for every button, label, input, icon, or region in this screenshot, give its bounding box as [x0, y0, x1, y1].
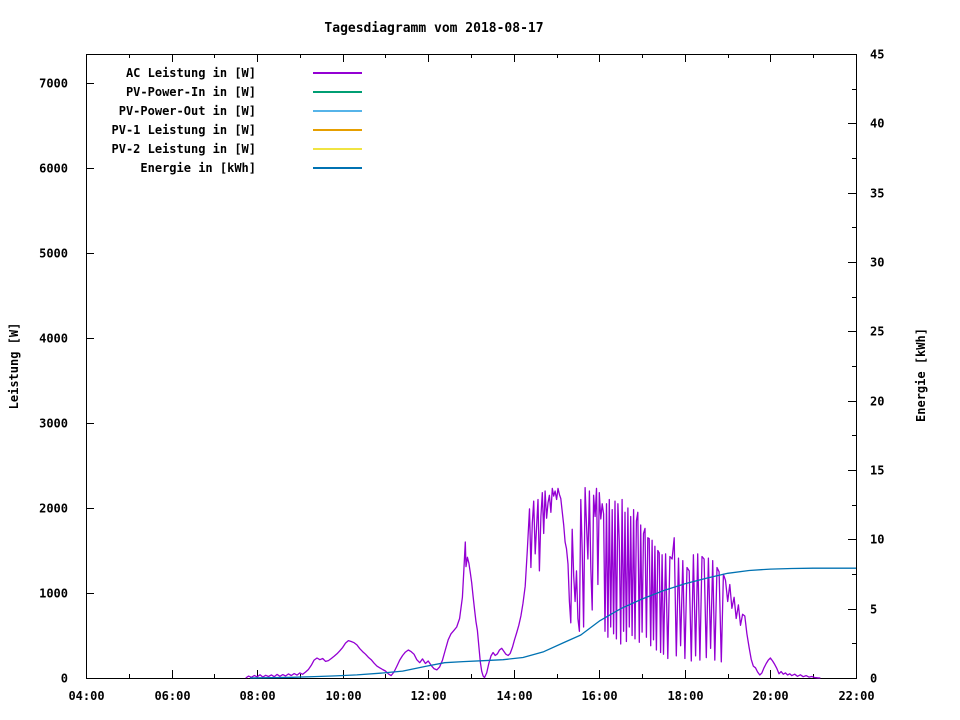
legend-label: PV-Power-In in [W]	[86, 85, 256, 99]
legend-item: PV-1 Leistung in [W]	[86, 120, 362, 139]
y-left-tick-label: 0	[61, 672, 68, 686]
legend-label: PV-2 Leistung in [W]	[86, 142, 256, 156]
legend-line-sample	[313, 110, 362, 112]
legend-line-sample	[313, 72, 362, 74]
legend-label: AC Leistung in [W]	[86, 66, 256, 80]
legend-line-sample	[313, 91, 362, 93]
x-tick-label: 10:00	[325, 689, 361, 703]
legend-line-sample	[313, 148, 362, 150]
y-right-tick-label: 0	[870, 672, 877, 686]
y-right-tick-label: 10	[870, 533, 884, 547]
legend-item: AC Leistung in [W]	[86, 63, 362, 82]
y-left-tick-label: 5000	[39, 247, 68, 261]
x-tick-label: 08:00	[239, 689, 275, 703]
legend-item: PV-2 Leistung in [W]	[86, 139, 362, 158]
y-left-tick-label: 7000	[39, 77, 68, 91]
x-tick-label: 06:00	[154, 689, 190, 703]
x-tick-label: 16:00	[581, 689, 617, 703]
y-right-tick-label: 5	[870, 603, 877, 617]
legend-line-sample	[313, 167, 362, 169]
y-left-tick-label: 4000	[39, 332, 68, 346]
series-line	[250, 568, 856, 678]
chart-canvas: Tagesdiagramm vom 2018-08-17 Leistung [W…	[0, 0, 960, 720]
legend-item: PV-Power-Out in [W]	[86, 101, 362, 120]
legend-line-sample	[313, 129, 362, 131]
y-right-tick-label: 45	[870, 48, 884, 62]
x-tick-label: 12:00	[410, 689, 446, 703]
legend: AC Leistung in [W] PV-Power-In in [W] PV-P…	[86, 63, 362, 177]
x-tick-label: 18:00	[667, 689, 703, 703]
series-line	[246, 488, 821, 678]
y-left-tick-label: 3000	[39, 417, 68, 431]
x-tick-label: 20:00	[752, 689, 788, 703]
y-right-tick-label: 25	[870, 325, 884, 339]
legend-label: Energie in [kWh]	[86, 161, 256, 175]
x-tick-label: 22:00	[838, 689, 874, 703]
legend-item: Energie in [kWh]	[86, 158, 362, 177]
y-right-tick-label: 30	[870, 256, 884, 270]
y-left-tick-label: 1000	[39, 587, 68, 601]
legend-label: PV-Power-Out in [W]	[86, 104, 256, 118]
legend-label: PV-1 Leistung in [W]	[86, 123, 256, 137]
x-tick-label: 04:00	[68, 689, 104, 703]
y-left-tick-label: 6000	[39, 162, 68, 176]
legend-item: PV-Power-In in [W]	[86, 82, 362, 101]
x-tick-label: 14:00	[496, 689, 532, 703]
y-left-tick-label: 2000	[39, 502, 68, 516]
y-right-tick-label: 40	[870, 117, 884, 131]
y-right-tick-label: 35	[870, 187, 884, 201]
y-right-tick-label: 15	[870, 464, 884, 478]
y-right-tick-label: 20	[870, 395, 884, 409]
